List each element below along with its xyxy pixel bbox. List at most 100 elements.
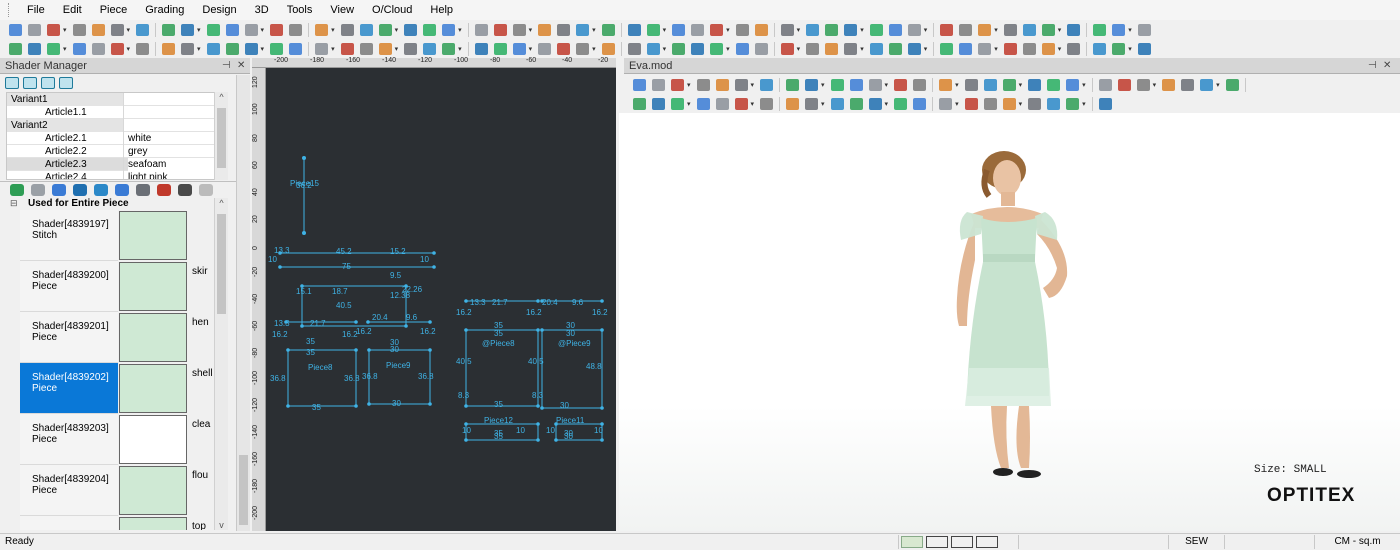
- shirt-remove-icon[interactable]: [59, 77, 73, 89]
- stitch-icon[interactable]: [780, 23, 794, 36]
- chevron-down-icon[interactable]: ▾: [458, 26, 462, 34]
- chevron-down-icon[interactable]: ▾: [1058, 45, 1062, 53]
- select-icon[interactable]: [1047, 97, 1061, 110]
- variant-row[interactable]: Article2.1 white: [7, 132, 220, 145]
- polygon-icon[interactable]: [493, 23, 507, 36]
- menu-view[interactable]: View: [321, 0, 363, 20]
- pattern-point[interactable]: [367, 402, 371, 406]
- align-icon[interactable]: [270, 42, 284, 55]
- pattern-point[interactable]: [354, 404, 358, 408]
- chevron-down-icon[interactable]: ▾: [529, 45, 533, 53]
- shader-row[interactable]: Shader[4839204] Piece flou: [20, 465, 215, 517]
- seam-icon[interactable]: [404, 42, 418, 55]
- label-icon[interactable]: [805, 97, 819, 110]
- close-icon[interactable]: ✕: [1383, 58, 1391, 74]
- save-icon[interactable]: [72, 23, 86, 36]
- shader-icon[interactable]: [806, 42, 820, 55]
- scroll-thumb[interactable]: [217, 214, 226, 314]
- curve-icon[interactable]: [423, 23, 437, 36]
- circle-icon[interactable]: [913, 78, 927, 91]
- collapse-icon[interactable]: ⊟: [10, 198, 18, 209]
- image-icon[interactable]: [340, 23, 354, 36]
- variant-name-cell[interactable]: Article2.4: [7, 171, 124, 179]
- variant-value[interactable]: light pink: [128, 171, 220, 179]
- dart-icon[interactable]: [734, 97, 748, 110]
- sew-icon[interactable]: [1181, 78, 1195, 91]
- clone-icon[interactable]: [734, 78, 748, 91]
- chevron-down-icon[interactable]: ▾: [821, 81, 825, 89]
- chevron-down-icon[interactable]: ▾: [1082, 100, 1086, 108]
- chevron-down-icon[interactable]: ▾: [751, 100, 755, 108]
- paste-icon[interactable]: [47, 42, 60, 55]
- piece-icon[interactable]: [978, 23, 992, 36]
- shader-row[interactable]: top: [20, 516, 215, 530]
- pattern-point[interactable]: [464, 328, 468, 332]
- shader-row[interactable]: Shader[4839201] Piece hen: [20, 312, 215, 364]
- paste-icon[interactable]: [289, 23, 303, 36]
- redo-icon[interactable]: [1093, 42, 1107, 55]
- pattern-point[interactable]: [428, 402, 432, 406]
- select-icon[interactable]: [1112, 23, 1126, 36]
- chevron-down-icon[interactable]: ▾: [331, 26, 335, 34]
- fold-icon[interactable]: [760, 78, 774, 91]
- axis-icon[interactable]: [404, 23, 418, 36]
- pattern-point[interactable]: [354, 320, 358, 324]
- drill-icon[interactable]: [378, 42, 392, 55]
- scale-icon[interactable]: [538, 23, 552, 36]
- grade-icon[interactable]: [672, 23, 686, 36]
- polygon-icon[interactable]: [244, 42, 258, 55]
- align-icon[interactable]: [512, 23, 526, 36]
- variant-row[interactable]: Article2.2 grey: [7, 145, 220, 158]
- variant-grid-scrollbar[interactable]: ^: [214, 92, 228, 180]
- chevron-down-icon[interactable]: ▾: [1153, 81, 1157, 89]
- select-icon[interactable]: [9, 23, 22, 36]
- tag-icon[interactable]: [1098, 78, 1112, 91]
- shader-name-cell[interactable]: Shader[4839203] Piece: [20, 414, 118, 465]
- rotate-icon[interactable]: [206, 42, 220, 55]
- piece-icon[interactable]: [1162, 78, 1176, 91]
- shader-icon[interactable]: [1041, 23, 1055, 36]
- help-icon[interactable]: [359, 23, 373, 36]
- variant-value[interactable]: white: [128, 132, 220, 145]
- chevron-down-icon[interactable]: ▾: [127, 26, 131, 34]
- table-icon[interactable]: [1003, 42, 1017, 55]
- fold-icon[interactable]: [576, 23, 590, 36]
- chevron-down-icon[interactable]: ▾: [1128, 45, 1132, 53]
- copy-icon[interactable]: [1137, 42, 1151, 55]
- shirt-add-icon[interactable]: [23, 77, 37, 89]
- chevron-down-icon[interactable]: ▾: [994, 26, 998, 34]
- layout-icon[interactable]: [691, 42, 705, 55]
- piece-icon[interactable]: [913, 97, 927, 110]
- pattern-point[interactable]: [464, 438, 468, 442]
- shader-apply-icon[interactable]: [115, 184, 129, 196]
- pattern-point[interactable]: [367, 348, 371, 352]
- pattern-point[interactable]: [278, 265, 282, 269]
- hanger-icon[interactable]: [710, 42, 724, 55]
- camera-icon[interactable]: [1028, 97, 1042, 110]
- pattern-point[interactable]: [600, 328, 604, 332]
- menu-edit[interactable]: Edit: [54, 0, 91, 20]
- menu-grading[interactable]: Grading: [136, 0, 193, 20]
- properties-icon[interactable]: [178, 184, 192, 196]
- drill-icon[interactable]: [805, 78, 819, 91]
- shader-swatch[interactable]: [119, 466, 187, 515]
- pin-icon[interactable]: ⊣: [1368, 58, 1377, 74]
- pattern-point[interactable]: [432, 251, 436, 255]
- printer-setup-icon[interactable]: [978, 42, 992, 55]
- variant-name-cell[interactable]: Article2.2: [7, 145, 124, 158]
- chevron-down-icon[interactable]: ▾: [261, 45, 265, 53]
- tag-icon[interactable]: [907, 23, 921, 36]
- new-icon[interactable]: [1066, 97, 1080, 110]
- hanger-icon[interactable]: [1136, 78, 1150, 91]
- chevron-down-icon[interactable]: ▾: [885, 100, 889, 108]
- button-icon[interactable]: [601, 42, 615, 55]
- pattern-point[interactable]: [536, 299, 540, 303]
- cut-icon[interactable]: [9, 42, 22, 55]
- pattern-canvas[interactable]: Piece1536.213.3 45.2 15.210 107513.3 21.716.…: [266, 68, 616, 531]
- chevron-down-icon[interactable]: ▾: [63, 26, 67, 34]
- save-icon[interactable]: [940, 42, 954, 55]
- notch-icon[interactable]: [786, 78, 800, 91]
- chevron-down-icon[interactable]: ▾: [331, 45, 335, 53]
- label-icon[interactable]: [627, 42, 641, 55]
- chevron-down-icon[interactable]: ▾: [885, 81, 889, 89]
